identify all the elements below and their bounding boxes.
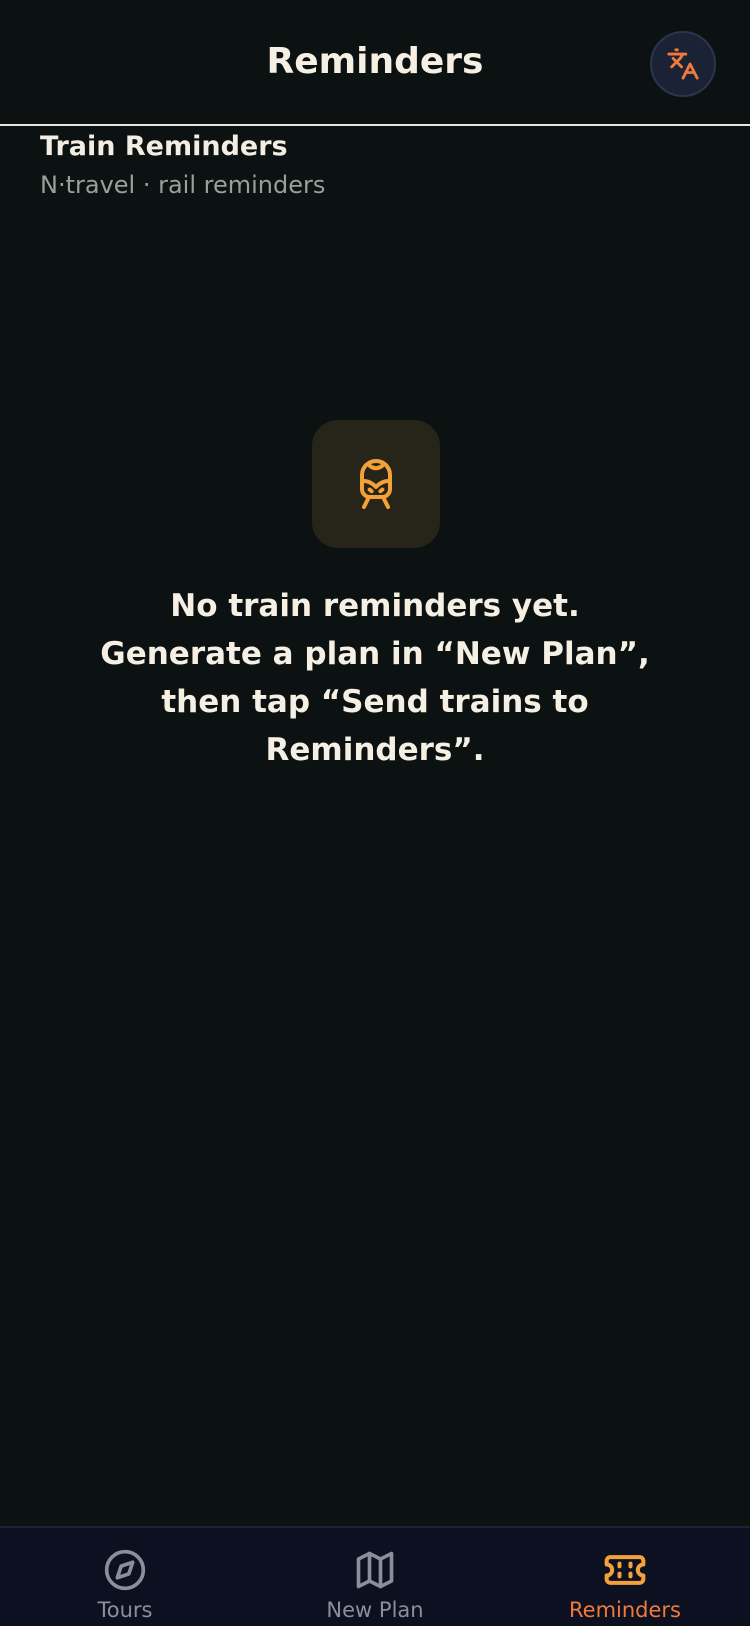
language-button[interactable] — [650, 31, 716, 97]
translate-icon — [667, 48, 699, 80]
empty-state-message: No train reminders yet. Generate a plan … — [100, 588, 650, 768]
map-icon — [356, 1551, 394, 1589]
tab-label-new-plan: New Plan — [326, 1598, 424, 1622]
tab-reminders[interactable]: Reminders — [500, 1528, 750, 1626]
tab-new-plan[interactable]: New Plan — [250, 1528, 500, 1626]
section-title: Train Reminders — [40, 131, 288, 162]
bottom-tab-bar: Tours New Plan Reminders — [0, 1526, 750, 1624]
header: Reminders — [0, 0, 750, 126]
tab-label-reminders: Reminders — [569, 1598, 681, 1622]
empty-state-icon-box — [312, 420, 440, 548]
tab-label-tours: Tours — [97, 1598, 153, 1622]
page-title: Reminders — [266, 41, 484, 82]
train-icon — [360, 459, 392, 509]
section-subtitle: N·travel · rail reminders — [40, 171, 326, 199]
tab-tours[interactable]: Tours — [0, 1528, 250, 1626]
ticket-icon — [604, 1555, 646, 1585]
compass-icon — [104, 1549, 146, 1591]
